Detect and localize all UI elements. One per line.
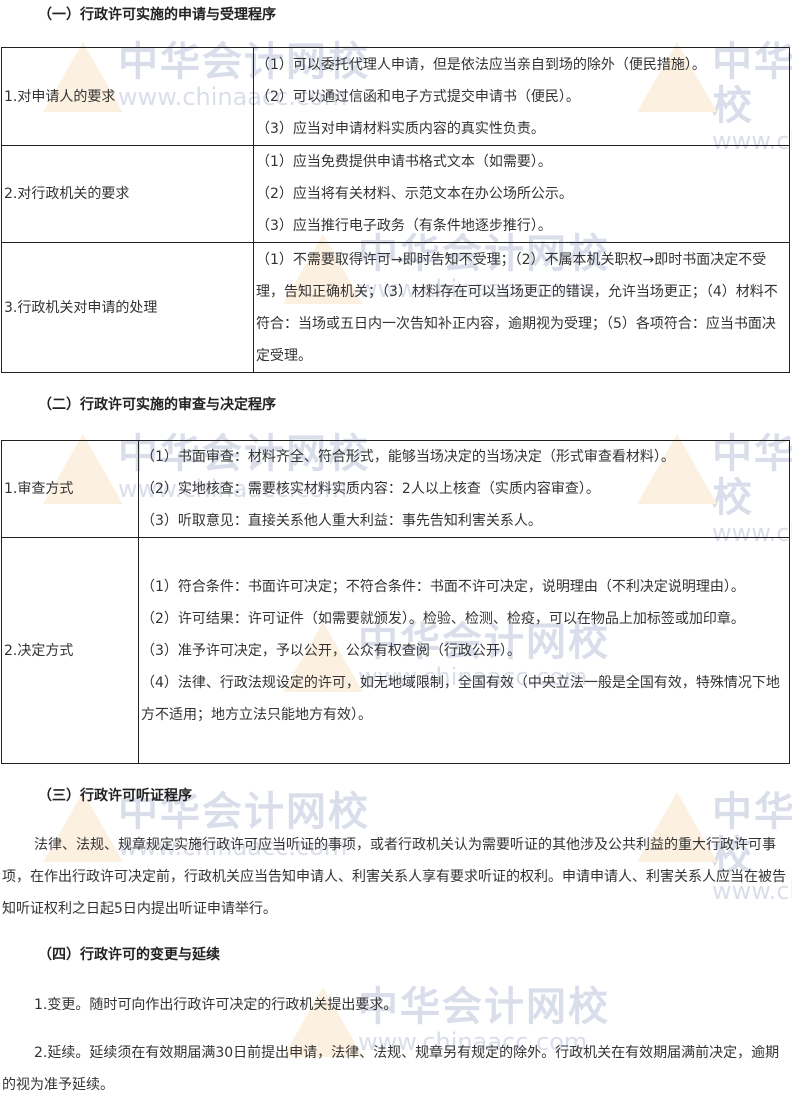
change-paragraph: 1.变更。随时可向作出行政许可决定的行政机关提出要求。 bbox=[34, 997, 398, 1013]
table-row: 1.审查方式 （1）书面审查：材料齐全、符合形式，能够当场决定的当场决定（形式审… bbox=[1, 440, 790, 538]
section-heading: （四）行政许可的变更与延续 bbox=[38, 947, 220, 963]
item: （2）可以通过信函和电子方式提交申请书（便民）。 bbox=[256, 88, 580, 105]
item: （3）应当推行电子政务（有条件地逐步推行）。 bbox=[256, 218, 552, 234]
item: （2）实地核查：需要核实材料实质内容：2人以上核查（实质内容审查）。 bbox=[141, 481, 600, 497]
item: （2）许可结果：许可证件（如需要就颁发）。检验、检测、检疫，可以在物品上加标签或… bbox=[141, 610, 745, 627]
row-content: （1）不需要取得许可→即时告知不受理；（2）不属本机关职权→即时书面决定不受理，… bbox=[253, 242, 790, 373]
item: （2）应当将有关材料、示范文本在办公场所公示。 bbox=[256, 186, 573, 202]
row-label: 2.决定方式 bbox=[1, 537, 139, 764]
item: （1）应当免费提供申请书格式文本（如需要）。 bbox=[256, 154, 552, 170]
section-heading: （一）行政许可实施的申请与受理程序 bbox=[38, 7, 276, 23]
row-label: 1.审查方式 bbox=[1, 440, 139, 538]
table-row: 2.决定方式 （1）符合条件：书面许可决定；不符合条件：书面不许可决定，说明理由… bbox=[1, 537, 790, 764]
application-table: 1.对申请人的要求 （1）可以委托代理人申请，但是依法应当亲自到场的除外（便民措… bbox=[1, 47, 790, 373]
row-label: 2.对行政机关的要求 bbox=[1, 145, 254, 243]
hearing-paragraph: 法律、法规、规章规定实施行政许可应当听证的事项，或者行政机关认为需要听证的其他涉… bbox=[2, 837, 786, 917]
item: （1）书面审查：材料齐全、符合形式，能够当场决定的当场决定（形式审查看材料）。 bbox=[141, 449, 675, 465]
item: （1）不需要取得许可→即时告知不受理；（2）不属本机关职权→即时书面决定不受理，… bbox=[256, 251, 778, 364]
table-row: 3.行政机关对申请的处理 （1）不需要取得许可→即时告知不受理；（2）不属本机关… bbox=[1, 242, 790, 373]
renewal-paragraph: 2.延续。延续须在有效期届满30日前提出申请，法律、法规、规章另有规定的除外。行… bbox=[2, 1045, 780, 1093]
item: （1）符合条件：书面许可决定；不符合条件：书面不许可决定，说明理由（不利决定说明… bbox=[141, 578, 745, 595]
row-content: （1）可以委托代理人申请，但是依法应当亲自到场的除外（便民措施）。 （2）可以通过… bbox=[253, 47, 790, 146]
section-heading: （二）行政许可实施的审查与决定程序 bbox=[38, 397, 276, 413]
item: （3）准予许可决定，予以公开，公众有权查阅（行政公开）。 bbox=[141, 642, 521, 659]
review-table: 1.审查方式 （1）书面审查：材料齐全、符合形式，能够当场决定的当场决定（形式审… bbox=[1, 440, 790, 764]
table-row: 2.对行政机关的要求 （1）应当免费提供申请书格式文本（如需要）。 （2）应当将有… bbox=[1, 145, 790, 243]
item: （4）法律、行政法规设定的许可，如无地域限制，全国有效（中央立法一般是全国有效，… bbox=[141, 674, 780, 723]
row-content: （1）应当免费提供申请书格式文本（如需要）。 （2）应当将有关材料、示范文本在办公… bbox=[253, 145, 790, 243]
row-content: （1）书面审查：材料齐全、符合形式，能够当场决定的当场决定（形式审查看材料）。 （… bbox=[138, 440, 790, 538]
row-content: （1）符合条件：书面许可决定；不符合条件：书面不许可决定，说明理由（不利决定说明… bbox=[138, 537, 790, 764]
row-label: 1.对申请人的要求 bbox=[1, 47, 254, 146]
section-heading: （三）行政许可听证程序 bbox=[38, 788, 192, 804]
item: （3）听取意见：直接关系他人重大利益：事先告知利害关系人。 bbox=[141, 513, 542, 529]
item: （3）应当对申请材料实质内容的真实性负责。 bbox=[256, 120, 545, 137]
row-label: 3.行政机关对申请的处理 bbox=[1, 242, 254, 373]
table-row: 1.对申请人的要求 （1）可以委托代理人申请，但是依法应当亲自到场的除外（便民措… bbox=[1, 47, 790, 146]
item: （1）可以委托代理人申请，但是依法应当亲自到场的除外（便民措施）。 bbox=[256, 56, 706, 73]
